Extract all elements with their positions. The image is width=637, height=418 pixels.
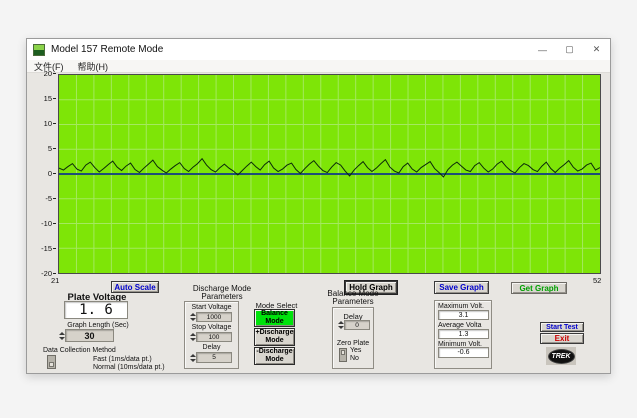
discharge-delay-value[interactable]: 5	[196, 352, 232, 363]
balance-delay-control[interactable]: 0	[337, 320, 370, 330]
zero-plate-no-label: No	[350, 355, 359, 362]
y-tick-label: -15	[41, 245, 56, 253]
stop-voltage-label: Stop Voltage	[185, 324, 238, 331]
pos-discharge-line2: Mode	[265, 337, 283, 345]
window-title: Model 157 Remote Mode	[51, 44, 163, 55]
save-graph-button[interactable]: Save Graph	[434, 281, 489, 294]
y-tick-label: 5	[48, 145, 56, 153]
plot-svg	[59, 75, 600, 273]
pos-discharge-line1: +Discharge	[256, 329, 294, 337]
discharge-title-2: Parameters	[177, 292, 267, 301]
y-axis-labels: 20151050-5-10-15-20	[31, 74, 56, 274]
maximum-volt-label: Maximum Volt.	[438, 303, 484, 310]
neg-discharge-line2: Mode	[265, 356, 283, 364]
balance-mode-line1: Balance	[261, 310, 288, 318]
data-collection-label: Data Collection Method	[43, 347, 116, 354]
start-test-button[interactable]: Start Test	[540, 322, 584, 332]
balance-mode-line2: Mode	[265, 318, 283, 326]
graph-length-control[interactable]: 30	[58, 329, 114, 342]
window-controls: — ▢ ✕	[529, 39, 610, 60]
discharge-params-group: Start Voltage 1000 Stop Voltage 100 Dela…	[184, 301, 239, 369]
x-tick-min: 21	[51, 276, 59, 285]
voltage-stats-group: Maximum Volt. 3.1 Average Volta 1.3 Mini…	[434, 300, 492, 369]
balance-delay-value[interactable]: 0	[344, 320, 370, 330]
zero-plate-label: Zero Plate	[333, 340, 373, 347]
balance-params-group: Delay 0 Zero Plate Yes No	[332, 307, 374, 369]
zero-plate-toggle[interactable]	[339, 348, 347, 362]
y-tick-label: -10	[41, 220, 56, 228]
x-tick-max: 52	[593, 276, 601, 285]
y-tick-label: 15	[44, 95, 56, 103]
start-voltage-spinner[interactable]	[189, 312, 196, 322]
close-icon[interactable]: ✕	[583, 39, 610, 60]
balance-title-2: Parameters	[322, 297, 384, 306]
trek-logo: TREK	[546, 347, 576, 365]
get-graph-button[interactable]: Get Graph	[511, 282, 567, 294]
stop-voltage-value[interactable]: 100	[196, 332, 232, 342]
balance-mode-button[interactable]: Balance Mode	[254, 309, 295, 327]
start-voltage-value[interactable]: 1000	[196, 312, 232, 322]
discharge-delay-label: Delay	[185, 344, 238, 351]
discharge-delay-spinner[interactable]	[189, 352, 196, 363]
average-voltage-label: Average Volta	[438, 322, 481, 329]
start-voltage-control[interactable]: 1000	[189, 312, 232, 322]
plate-voltage-value: 1. 6	[64, 301, 128, 319]
y-tick-label: 10	[44, 120, 56, 128]
data-collection-normal-label: Normal (10ms/data pt.)	[93, 364, 165, 371]
data-collection-fast-label: Fast (1ms/data pt.)	[93, 356, 152, 363]
y-tick-label: 20	[44, 70, 56, 78]
exit-button[interactable]: Exit	[540, 333, 584, 344]
voltage-strip-chart	[58, 74, 601, 274]
maximize-icon[interactable]: ▢	[556, 39, 583, 60]
graph-length-spinner[interactable]	[58, 329, 65, 342]
discharge-delay-control[interactable]: 5	[189, 352, 232, 363]
average-voltage-value: 1.3	[438, 329, 489, 339]
data-collection-toggle[interactable]	[47, 355, 56, 369]
toggle-knob	[341, 350, 345, 355]
minimum-volt-value: -0.6	[438, 347, 489, 358]
y-tick-label: -5	[45, 195, 56, 203]
app-icon	[33, 44, 45, 56]
graph-length-value[interactable]: 30	[65, 329, 114, 342]
menu-bar: 文件(F) 帮助(H)	[27, 60, 610, 73]
menu-help[interactable]: 帮助(H)	[71, 60, 116, 73]
zero-plate-yes-label: Yes	[350, 347, 361, 354]
title-bar: Model 157 Remote Mode — ▢ ✕	[27, 39, 610, 60]
maximum-volt-value: 3.1	[438, 310, 489, 320]
balance-delay-spinner[interactable]	[337, 320, 344, 330]
toggle-knob	[49, 362, 54, 367]
neg-discharge-line1: -Discharge	[256, 348, 292, 356]
minimize-icon[interactable]: —	[529, 39, 556, 60]
stop-voltage-control[interactable]: 100	[189, 332, 232, 342]
stop-voltage-spinner[interactable]	[189, 332, 196, 342]
graph-length-label: Graph Length (Sec)	[63, 322, 133, 329]
positive-discharge-mode-button[interactable]: +Discharge Mode	[254, 328, 295, 346]
y-tick-label: 0	[48, 170, 56, 178]
trek-logo-text: TREK	[548, 349, 575, 364]
app-window: Model 157 Remote Mode — ▢ ✕ 文件(F) 帮助(H) …	[26, 38, 611, 374]
start-voltage-label: Start Voltage	[185, 304, 238, 311]
negative-discharge-mode-button[interactable]: -Discharge Mode	[254, 347, 295, 365]
